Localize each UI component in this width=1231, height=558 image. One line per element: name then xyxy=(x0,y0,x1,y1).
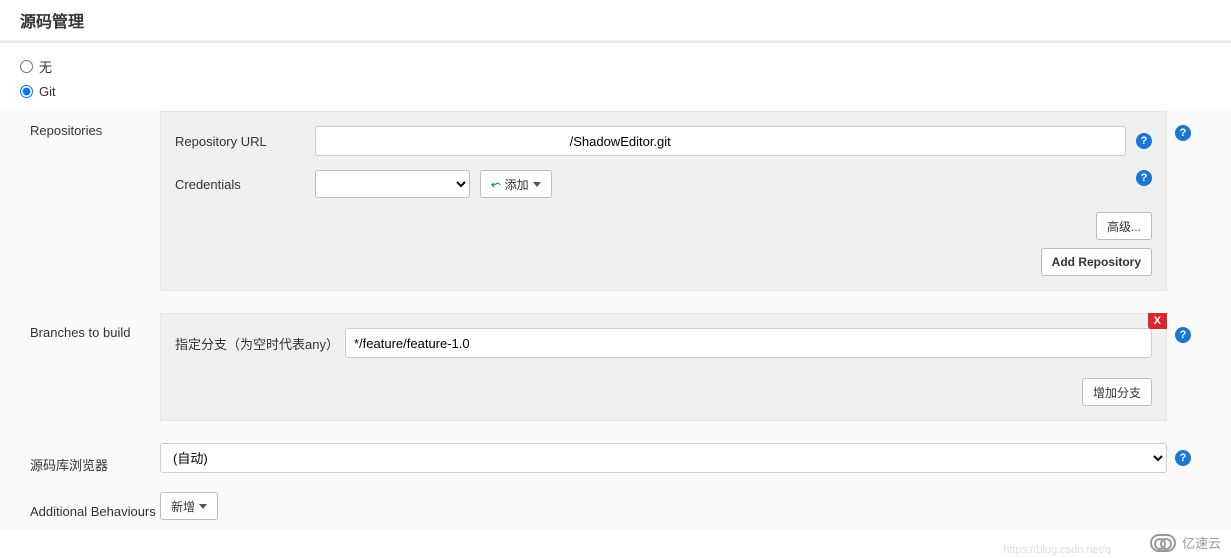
watermark-logo-icon xyxy=(1150,534,1176,552)
watermark: 亿速云 xyxy=(1150,533,1221,552)
browser-select[interactable]: (自动) xyxy=(160,443,1167,473)
branch-specifier-label: 指定分支（为空时代表any） xyxy=(175,334,335,353)
faint-watermark: https://blog.csdn.net/q xyxy=(1003,544,1111,556)
repo-url-row: Repository URL ? xyxy=(175,126,1152,156)
branches-panel: X 指定分支（为空时代表any） 增加分支 xyxy=(160,313,1167,421)
repositories-label: Repositories xyxy=(0,111,160,138)
behaviours-row: Additional Behaviours 新增 xyxy=(0,490,1231,530)
behaviours-label: Additional Behaviours xyxy=(0,492,160,519)
scm-git-row: Git xyxy=(0,80,1231,109)
scm-content: 无 Git Repositories Repository URL ? Cred… xyxy=(0,41,1231,530)
help-icon[interactable]: ? xyxy=(1175,327,1191,343)
credentials-select[interactable] xyxy=(315,170,470,198)
add-branch-button[interactable]: 增加分支 xyxy=(1082,378,1152,406)
repositories-panel: Repository URL ? Credentials ⬿ 添加 ? xyxy=(160,111,1167,291)
scm-none-radio[interactable] xyxy=(20,60,33,73)
browser-row: 源码库浏览器 (自动) ? xyxy=(0,441,1231,476)
repo-actions: 高级... Add Repository xyxy=(175,212,1152,276)
repositories-row: Repositories Repository URL ? Credential… xyxy=(0,109,1231,293)
key-icon: ⬿ xyxy=(491,177,501,192)
credentials-row: Credentials ⬿ 添加 ? xyxy=(175,170,1152,198)
chevron-down-icon xyxy=(533,182,541,187)
scm-git-text: Git xyxy=(39,84,56,99)
branches-row: Branches to build X 指定分支（为空时代表any） 增加分支 … xyxy=(0,311,1231,423)
scm-git-radio[interactable] xyxy=(20,85,33,98)
watermark-brand: 亿速云 xyxy=(1182,533,1221,552)
browser-label: 源码库浏览器 xyxy=(0,443,160,474)
section-title: 源码管理 xyxy=(0,0,1231,41)
add-behaviour-text: 新增 xyxy=(171,498,195,515)
add-behaviour-button[interactable]: 新增 xyxy=(160,492,218,520)
chevron-down-icon xyxy=(199,504,207,509)
branch-actions: 增加分支 xyxy=(175,378,1152,406)
branch-specifier-input[interactable] xyxy=(345,328,1152,358)
delete-branch-button[interactable]: X xyxy=(1148,313,1167,329)
help-icon[interactable]: ? xyxy=(1136,133,1152,149)
help-icon[interactable]: ? xyxy=(1175,125,1191,141)
scm-none-row: 无 xyxy=(0,47,1231,80)
scm-git-label[interactable]: Git xyxy=(20,84,56,99)
add-repository-button[interactable]: Add Repository xyxy=(1041,248,1152,276)
add-credentials-button[interactable]: ⬿ 添加 xyxy=(480,170,552,198)
repo-url-input[interactable] xyxy=(315,126,1126,156)
advanced-button[interactable]: 高级... xyxy=(1096,212,1152,240)
branches-label: Branches to build xyxy=(0,313,160,340)
branch-specifier-row: 指定分支（为空时代表any） xyxy=(175,328,1152,358)
credentials-label: Credentials xyxy=(175,177,305,192)
help-icon[interactable]: ? xyxy=(1175,450,1191,466)
repo-url-label: Repository URL xyxy=(175,134,305,149)
scm-none-text: 无 xyxy=(39,57,52,76)
help-icon[interactable]: ? xyxy=(1136,170,1152,186)
add-credentials-text: 添加 xyxy=(505,176,529,193)
scm-none-label[interactable]: 无 xyxy=(20,57,52,76)
